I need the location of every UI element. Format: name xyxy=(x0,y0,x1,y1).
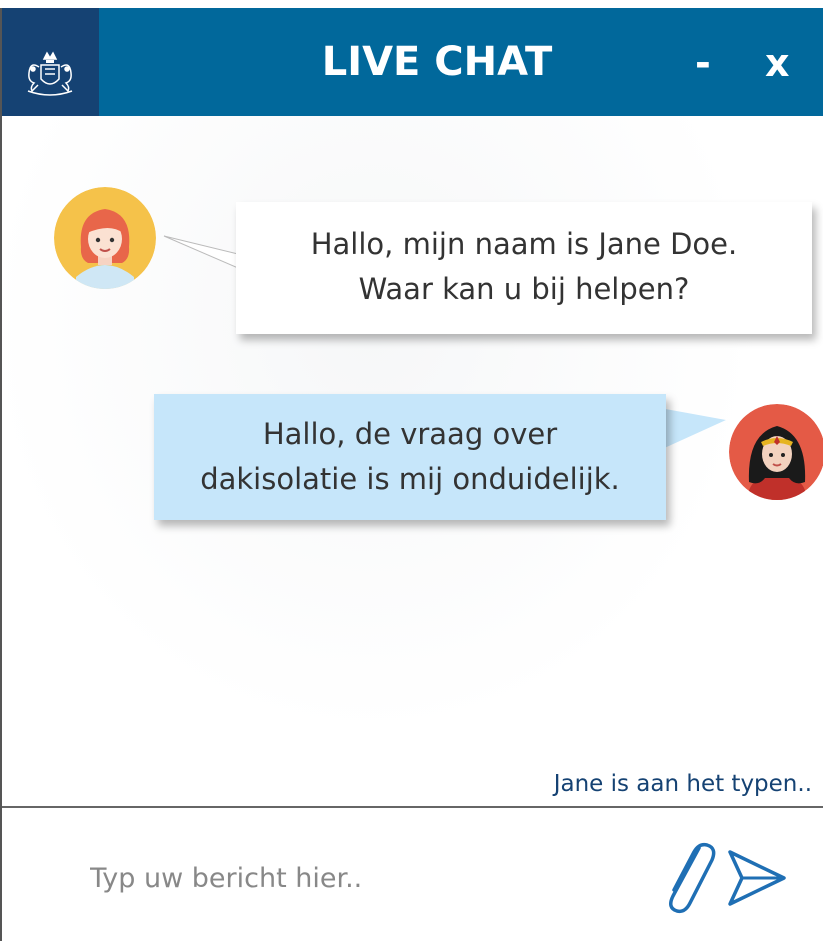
chat-window: LIVE CHAT - x Hallo, mijn naam is Jane D… xyxy=(0,8,823,941)
typing-indicator: Jane is aan het typen.. xyxy=(553,771,812,797)
send-arrow-icon xyxy=(728,850,786,906)
message-text-line: Hallo, de vraag over xyxy=(262,417,558,451)
minimize-button[interactable]: - xyxy=(695,8,711,116)
royal-coat-of-arms-icon xyxy=(27,51,73,96)
send-button[interactable] xyxy=(726,848,788,908)
logo xyxy=(2,8,99,116)
paperclip-icon xyxy=(669,842,716,914)
user-avatar-icon xyxy=(729,404,823,500)
agent-avatar-icon xyxy=(54,187,156,289)
agent-bubble-tail xyxy=(163,235,239,269)
user-bubble-tail xyxy=(660,408,726,450)
message-input[interactable] xyxy=(88,852,592,904)
attach-button[interactable] xyxy=(657,840,717,915)
message-text-line: dakisolatie is mij onduidelijk. xyxy=(200,462,620,496)
chat-header: LIVE CHAT - x xyxy=(2,8,823,116)
message-text-line: Waar kan u bij helpen? xyxy=(358,272,690,306)
user-message-bubble: Hallo, de vraag over dakisolatie is mij … xyxy=(154,394,666,520)
message-list: Hallo, mijn naam is Jane Doe. Waar kan u… xyxy=(2,116,823,806)
close-button[interactable]: x xyxy=(765,8,790,116)
composer xyxy=(2,808,823,941)
chat-title: LIVE CHAT xyxy=(321,39,553,85)
agent-message-bubble: Hallo, mijn naam is Jane Doe. Waar kan u… xyxy=(236,202,812,334)
message-text-line: Hallo, mijn naam is Jane Doe. xyxy=(310,227,738,261)
